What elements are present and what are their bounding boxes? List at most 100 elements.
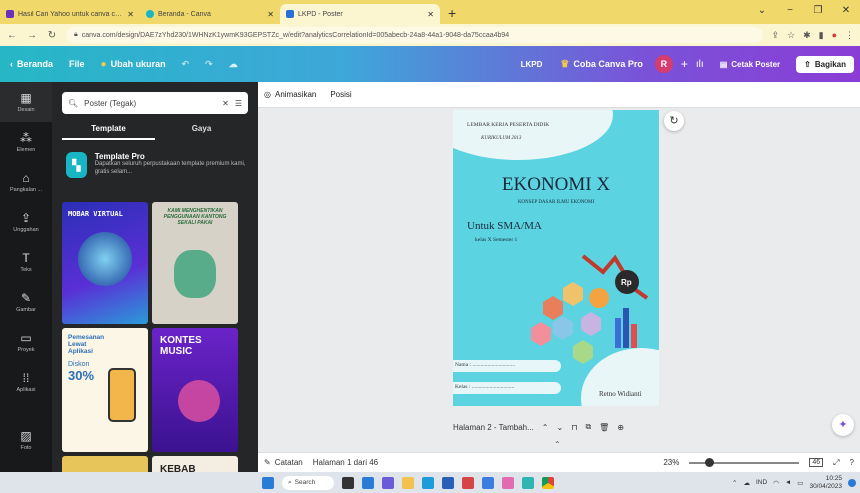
rail-item-brand[interactable]: ⌂ Pangkalan ... <box>0 162 52 202</box>
battery-icon[interactable]: ▭ <box>797 479 803 487</box>
zoom-slider[interactable] <box>689 457 800 467</box>
template-pro-promo[interactable]: ▚ Template Pro Dapatkan seluruh perpusta… <box>66 152 246 188</box>
share-page-icon[interactable]: ⇪ <box>771 30 779 41</box>
wifi-icon[interactable]: ◠ <box>773 479 779 487</box>
forward-icon[interactable]: → <box>26 30 38 41</box>
tray-chevron-icon[interactable]: ⌃ <box>732 479 737 487</box>
browser-tab-canva-home[interactable]: Beranda - Canva ✕ <box>140 4 280 24</box>
sidebar-icon[interactable]: ▮ <box>819 30 824 41</box>
clear-icon[interactable]: ✕ <box>222 99 229 108</box>
poster-author: Retno Widianti <box>599 390 642 398</box>
taskbar-search[interactable]: ⌕ Search <box>282 475 334 490</box>
restore-button[interactable]: ❐ <box>804 0 832 24</box>
rail-item-projects[interactable]: ▭ Proyek <box>0 322 52 362</box>
add-page-icon[interactable]: ⊕ <box>617 423 624 432</box>
store-icon[interactable] <box>442 476 454 489</box>
scroll-up-icon[interactable]: ⌃ <box>554 440 561 449</box>
browser-tab-lkpd[interactable]: LKPD - Poster ✕ <box>280 4 440 24</box>
poster-page[interactable]: LEMBAR KERJA PESERTA DIDIK KURIKULUM 201… <box>453 110 659 406</box>
close-tab-icon[interactable]: ✕ <box>267 10 274 19</box>
tab-template[interactable]: Template <box>62 122 155 140</box>
tab-search-icon[interactable]: ⌄ <box>748 0 776 24</box>
template-thumbnail-pemesanan[interactable]: Pemesanan Lewat Aplikasi Diskon 30% <box>62 328 148 452</box>
notification-icon[interactable] <box>848 478 856 487</box>
template-thumbnail-mobar[interactable]: MOBAR VIRTUAL <box>62 202 148 324</box>
animate-button[interactable]: ◎ Animasikan <box>264 90 316 99</box>
refresh-design-button[interactable]: ↻ <box>664 111 684 131</box>
chevron-up-icon[interactable]: ⌃ <box>542 423 549 432</box>
url-input[interactable]: 🔒︎ canva.com/design/DAE7zYhd230/1WHNzK1y… <box>66 27 764 43</box>
zoom-slider-handle[interactable] <box>705 457 715 467</box>
filter-icon[interactable]: ☰ <box>235 99 242 108</box>
undo-button[interactable]: ↶ <box>182 59 190 70</box>
redo-button[interactable]: ↷ <box>205 59 213 70</box>
chevron-down-icon[interactable]: ⌄ <box>556 423 563 432</box>
rail-item-elements[interactable]: ⁂ Elemen <box>0 122 52 162</box>
duplicate-icon[interactable]: ⧉ <box>585 422 591 432</box>
app-icon-teal[interactable] <box>522 476 534 489</box>
cloud-icon[interactable]: ☁︎ <box>743 479 750 487</box>
edge-icon[interactable] <box>422 476 434 489</box>
close-window-button[interactable]: ✕ <box>832 0 860 24</box>
language-indicator[interactable]: IND <box>756 479 767 486</box>
template-thumbnail-kantong[interactable]: KAMI MENGHENTIKAN PENGGUNAAN KANTONG SEK… <box>152 202 238 324</box>
rail-item-apps[interactable]: ⁞⁞ Aplikasi <box>0 362 52 402</box>
rail-item-uploads[interactable]: ⇪ Unggahan <box>0 202 52 242</box>
notes-button[interactable]: ✎ Catatan <box>264 458 303 467</box>
print-button[interactable]: ▤ Cetak Poster <box>712 56 788 73</box>
home-button[interactable]: ‹ Beranda <box>10 59 53 69</box>
system-tray: ⌃ ☁︎ IND ◠ ◄ ▭ 10:25 30/04/2023 <box>732 472 856 493</box>
magic-assistant-button[interactable]: ✦ <box>832 414 854 436</box>
add-member-icon[interactable]: + <box>681 57 688 71</box>
help-icon[interactable]: ? <box>850 458 854 467</box>
template-thumbnail-kontes[interactable]: KONTES MUSIC <box>152 328 238 452</box>
trash-icon[interactable]: 🗑︎ <box>599 423 609 432</box>
clock[interactable]: 10:25 30/04/2023 <box>809 475 842 489</box>
rail-label: Aplikasi <box>16 387 36 393</box>
avatar[interactable]: R <box>654 55 673 73</box>
design-name[interactable]: LKPD <box>521 60 543 69</box>
resize-button[interactable]: ● Ubah ukuran <box>101 59 166 70</box>
task-view-icon[interactable] <box>342 476 354 489</box>
new-tab-button[interactable]: + <box>440 4 464 24</box>
try-pro-button[interactable]: ♛ Coba Canva Pro <box>560 59 643 70</box>
browser-tab-yahoo[interactable]: Hasil Cari Yahoo untuk canva cd... ✕ <box>0 4 140 24</box>
share-button[interactable]: ⇧ Bagikan <box>796 55 854 73</box>
menu-icon[interactable]: ⋮ <box>845 30 854 41</box>
profile-icon[interactable]: ● <box>832 30 837 41</box>
position-button[interactable]: Posisi <box>330 90 351 99</box>
lock-icon[interactable]: ⊓ <box>571 423 577 432</box>
rail-item-design[interactable]: ▦ Desain <box>0 82 52 122</box>
minimize-button[interactable]: − <box>776 0 804 24</box>
promo-description: Dapatkan seluruh perpustakaan template p… <box>94 161 246 175</box>
reload-icon[interactable]: ↻ <box>46 30 58 41</box>
fullscreen-icon[interactable]: ⤢ <box>833 458 839 468</box>
app-icon-pink[interactable] <box>502 476 514 489</box>
back-icon[interactable]: ← <box>6 30 18 41</box>
tab-style[interactable]: Gaya <box>155 122 248 140</box>
rail-item-text[interactable]: T Teks <box>0 242 52 282</box>
grid-view-icon[interactable]: 46 <box>809 458 824 467</box>
extensions-icon[interactable]: ✱ <box>803 30 811 41</box>
chrome-icon[interactable] <box>542 476 554 489</box>
insights-icon[interactable]: ılı <box>696 59 704 70</box>
file-menu-button[interactable]: File <box>69 59 85 69</box>
rail-item-photos[interactable]: ▨ Foto <box>0 420 52 460</box>
windows-taskbar: ⌕ Search ⌃ ☁︎ IND ◠ ◄ ▭ 10:25 30/04/2023 <box>0 472 860 493</box>
widgets-icon[interactable] <box>362 476 374 489</box>
app-icon-blue[interactable] <box>482 476 494 489</box>
page-title-label[interactable]: Halaman 2 - Tambah... <box>453 423 534 432</box>
file-explorer-icon[interactable] <box>402 476 414 489</box>
windows-start-icon[interactable] <box>262 476 274 489</box>
close-tab-icon[interactable]: ✕ <box>127 10 134 19</box>
app-icon-red[interactable] <box>462 476 474 489</box>
template-search-input[interactable]: 🔍︎ Poster (Tegak) ✕ ☰ <box>62 92 248 114</box>
close-tab-icon[interactable]: ✕ <box>427 10 434 19</box>
url-text: canva.com/design/DAE7zYhd230/1WHNzK1ywmK… <box>81 31 510 39</box>
zoom-level[interactable]: 23% <box>663 458 679 467</box>
bookmark-star-icon[interactable]: ☆ <box>787 30 795 41</box>
volume-icon[interactable]: ◄ <box>785 479 791 486</box>
animate-icon: ◎ <box>264 90 271 99</box>
chat-icon[interactable] <box>382 476 394 489</box>
rail-item-draw[interactable]: ✎ Gambar <box>0 282 52 322</box>
